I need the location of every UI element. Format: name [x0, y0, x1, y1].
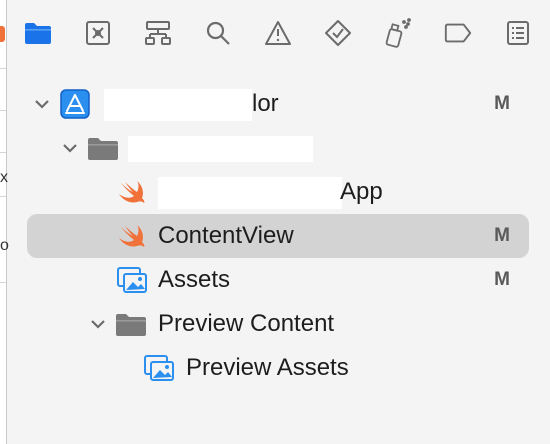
group-row[interactable] — [0, 126, 550, 170]
project-name-suffix: lor — [252, 90, 279, 117]
folder-icon[interactable] — [23, 18, 53, 48]
test-diamond-icon[interactable] — [323, 18, 353, 48]
modified-badge: M — [494, 269, 510, 290]
swift-file-edge-icon — [0, 26, 5, 42]
divider — [0, 68, 6, 69]
modified-badge: M — [494, 225, 510, 246]
preview-content-row[interactable]: Preview Content — [0, 302, 550, 346]
hierarchy-icon[interactable] — [143, 18, 173, 48]
assets-label: Assets — [158, 266, 231, 293]
chevron-down-icon[interactable] — [88, 314, 108, 334]
chevron-down-icon[interactable] — [60, 138, 80, 158]
search-icon[interactable] — [203, 18, 233, 48]
asset-catalog-icon — [143, 353, 175, 383]
report-list-icon[interactable] — [503, 18, 533, 48]
content-view-row[interactable]: ContentView M — [0, 214, 550, 258]
content-view-label: ContentView — [158, 222, 294, 249]
app-file-row[interactable]: App — [0, 170, 550, 214]
redacted-group-name — [128, 136, 313, 162]
xcode-project-icon — [59, 89, 91, 119]
swift-file-icon — [116, 221, 148, 251]
warning-icon[interactable] — [263, 18, 293, 48]
navigator-toolbar — [7, 0, 550, 66]
preview-assets-row[interactable]: Preview Assets — [0, 346, 550, 390]
project-row[interactable]: lor M — [0, 82, 550, 126]
tag-icon[interactable] — [443, 18, 473, 48]
modified-badge: M — [494, 93, 510, 114]
redacted-app-name — [158, 177, 342, 209]
app-name-suffix: App — [340, 178, 383, 205]
folder-icon — [115, 309, 147, 339]
folder-icon — [87, 133, 119, 163]
redacted-project-name — [104, 89, 252, 121]
chevron-down-icon[interactable] — [32, 94, 52, 114]
preview-content-label: Preview Content — [158, 310, 335, 337]
assets-row[interactable]: Assets M — [0, 258, 550, 302]
asset-catalog-icon — [116, 265, 148, 295]
preview-assets-label: Preview Assets — [186, 354, 349, 381]
swift-file-icon — [116, 177, 148, 207]
source-control-icon[interactable] — [83, 18, 113, 48]
debug-spray-icon[interactable] — [383, 18, 413, 48]
